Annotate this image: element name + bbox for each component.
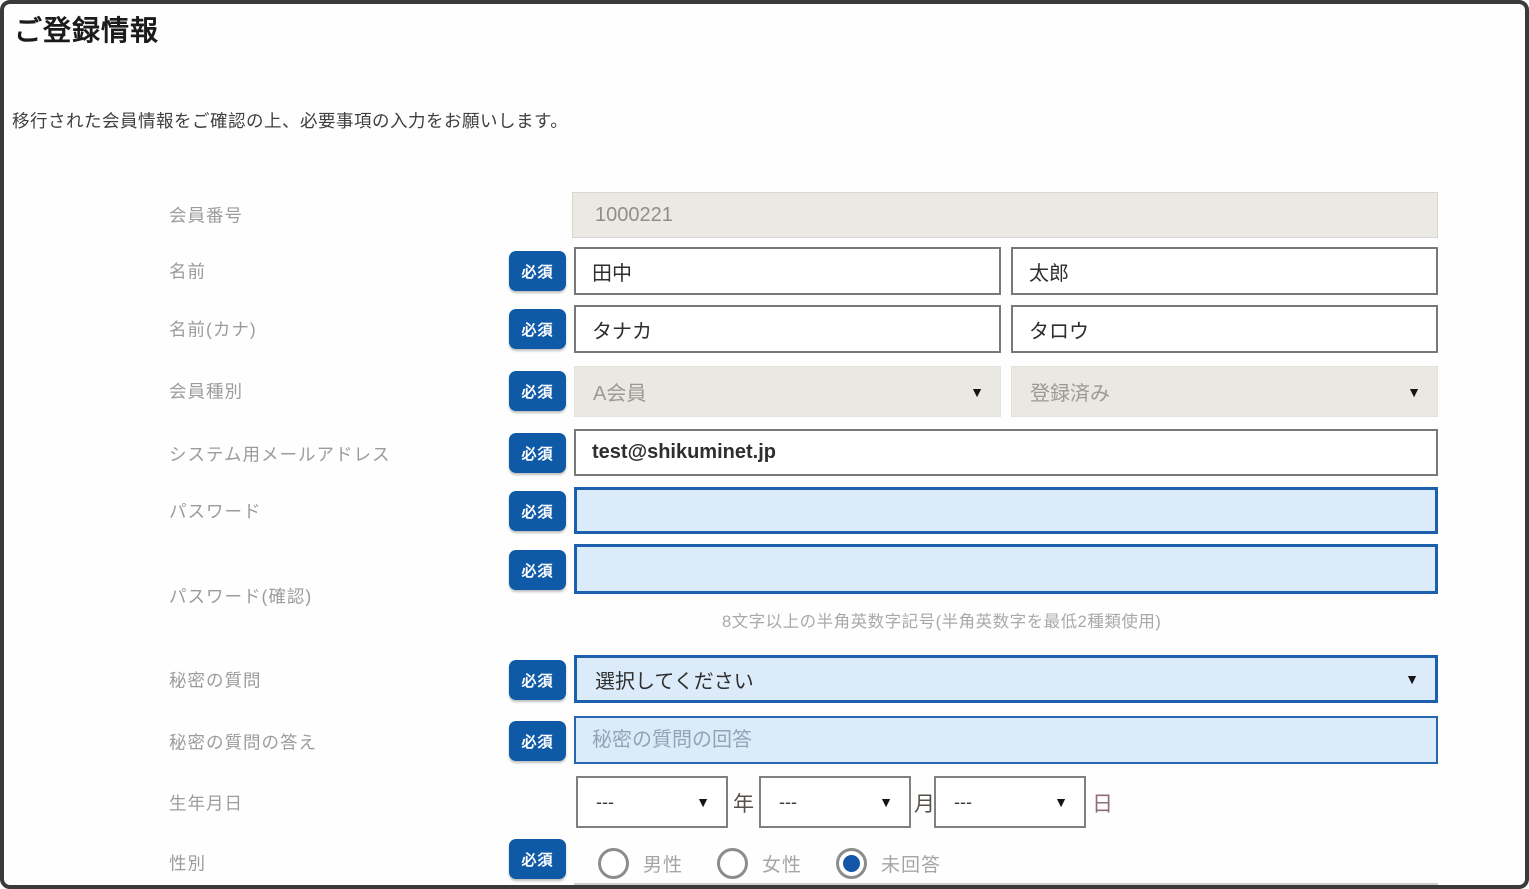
next-field-cutoff-edge bbox=[574, 883, 1438, 889]
member-number-input bbox=[572, 192, 1438, 238]
registration-form-panel: ご登録情報 移行された会員情報をご確認の上、必要事項の入力をお願いします。 会員… bbox=[0, 0, 1529, 889]
chevron-down-icon: ▼ bbox=[1405, 672, 1419, 686]
birth-year-value: --- bbox=[578, 792, 696, 813]
birth-year-select[interactable]: --- ▼ bbox=[576, 776, 728, 828]
chevron-down-icon: ▼ bbox=[696, 795, 710, 809]
registration-status-select: 登録済み ▼ bbox=[1011, 366, 1438, 417]
birth-date-label: 生年月日 bbox=[169, 791, 243, 816]
gender-radio-group: 男性 女性 未回答 bbox=[598, 842, 941, 884]
required-badge: 必須 bbox=[509, 491, 566, 531]
radio-circle-icon bbox=[598, 848, 629, 879]
registration-status-value: 登録済み bbox=[1012, 377, 1407, 406]
password-hint: 8文字以上の半角英数字記号(半角英数字を最低2種類使用) bbox=[722, 608, 1161, 632]
secret-question-select[interactable]: 選択してください ▼ bbox=[574, 655, 1438, 703]
secret-answer-input[interactable] bbox=[574, 716, 1438, 764]
required-badge: 必須 bbox=[509, 371, 566, 411]
chevron-down-icon: ▼ bbox=[879, 795, 893, 809]
first-name-kana-input[interactable] bbox=[1011, 305, 1438, 353]
chevron-down-icon: ▼ bbox=[1407, 385, 1421, 399]
last-name-kana-input[interactable] bbox=[574, 305, 1001, 353]
year-suffix: 年 bbox=[733, 788, 754, 818]
birth-month-select[interactable]: --- ▼ bbox=[759, 776, 911, 828]
gender-label: 性別 bbox=[169, 851, 206, 876]
gender-radio-unanswered[interactable]: 未回答 bbox=[836, 848, 941, 879]
gender-radio-male[interactable]: 男性 bbox=[598, 848, 683, 879]
password-confirm-label: パスワード(確認) bbox=[169, 584, 312, 609]
member-number-label: 会員番号 bbox=[169, 203, 243, 228]
secret-question-value: 選択してください bbox=[577, 665, 1405, 694]
birth-month-value: --- bbox=[761, 792, 879, 813]
system-email-label: システム用メールアドレス bbox=[169, 442, 390, 467]
chevron-down-icon: ▼ bbox=[970, 385, 984, 399]
required-badge: 必須 bbox=[509, 433, 566, 473]
required-badge: 必須 bbox=[509, 721, 566, 761]
radio-circle-icon bbox=[717, 848, 748, 879]
password-label: パスワード bbox=[169, 499, 262, 524]
required-badge: 必須 bbox=[509, 660, 566, 700]
birth-day-select[interactable]: --- ▼ bbox=[934, 776, 1086, 828]
page-description: 移行された会員情報をご確認の上、必要事項の入力をお願いします。 bbox=[12, 108, 568, 133]
page-title: ご登録情報 bbox=[14, 9, 159, 49]
day-suffix: 日 bbox=[1092, 788, 1113, 818]
member-type-value: A会員 bbox=[575, 377, 970, 406]
radio-circle-selected-icon bbox=[836, 848, 867, 879]
secret-question-label: 秘密の質問 bbox=[169, 668, 262, 693]
member-type-select: A会員 ▼ bbox=[574, 366, 1001, 417]
required-badge: 必須 bbox=[509, 251, 566, 291]
required-badge: 必須 bbox=[509, 839, 566, 879]
first-name-input[interactable] bbox=[1011, 247, 1438, 295]
required-badge: 必須 bbox=[509, 550, 566, 590]
last-name-input[interactable] bbox=[574, 247, 1001, 295]
name-label: 名前 bbox=[169, 259, 206, 284]
chevron-down-icon: ▼ bbox=[1054, 795, 1068, 809]
name-kana-label: 名前(カナ) bbox=[169, 317, 257, 342]
system-email-input[interactable] bbox=[574, 429, 1438, 476]
password-input[interactable] bbox=[574, 487, 1438, 534]
password-confirm-input[interactable] bbox=[574, 544, 1438, 594]
gender-radio-female[interactable]: 女性 bbox=[717, 848, 802, 879]
required-badge: 必須 bbox=[509, 309, 566, 349]
secret-answer-label: 秘密の質問の答え bbox=[169, 730, 317, 755]
month-suffix: 月 bbox=[914, 788, 935, 818]
member-type-label: 会員種別 bbox=[169, 379, 243, 404]
birth-day-value: --- bbox=[936, 792, 1054, 813]
